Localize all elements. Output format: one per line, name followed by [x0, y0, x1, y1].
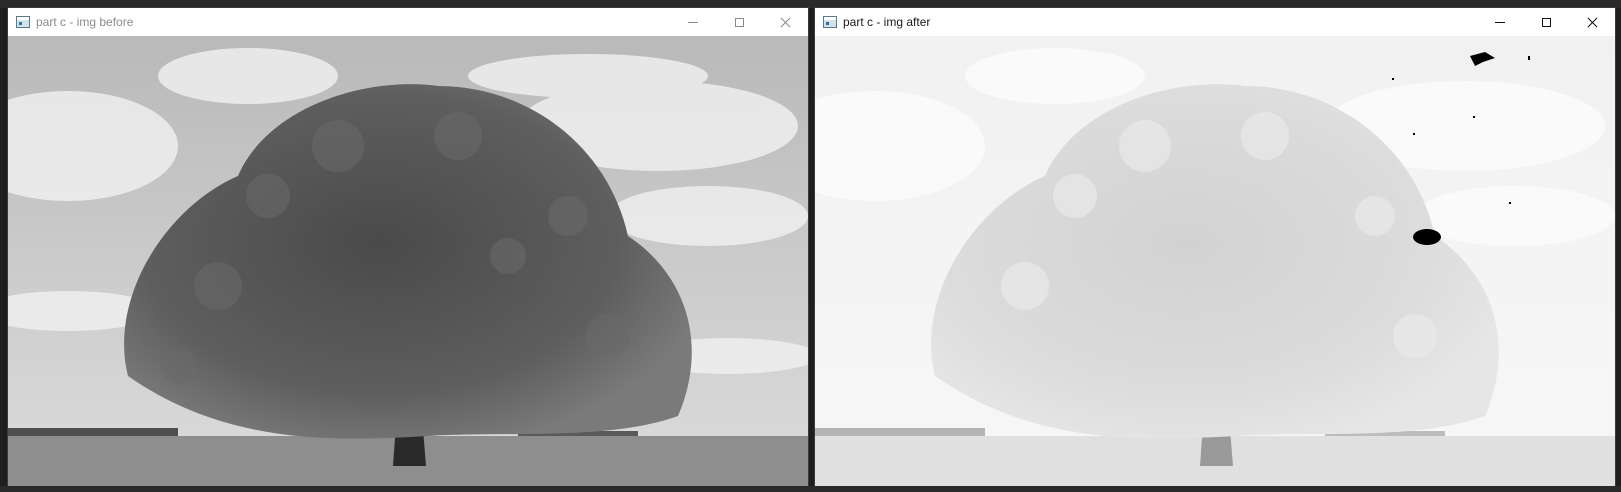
window-controls [1477, 8, 1615, 36]
titlebar[interactable]: part c - img before [8, 8, 808, 36]
close-icon [1587, 17, 1598, 28]
minimize-button[interactable] [670, 8, 716, 36]
tree-photo-after [815, 36, 1615, 486]
image-canvas-before [8, 36, 808, 486]
desktop-top-strip [0, 0, 1621, 8]
tree-photo-before [8, 36, 808, 486]
desktop: part c - img before part c - img after [0, 0, 1621, 492]
window-img-after[interactable]: part c - img after [815, 8, 1615, 486]
minimize-icon [1495, 21, 1505, 23]
close-button[interactable] [762, 8, 808, 36]
image-canvas-after [815, 36, 1615, 486]
app-window-icon [823, 16, 837, 28]
app-window-icon [16, 16, 30, 28]
titlebar[interactable]: part c - img after [815, 8, 1615, 36]
close-icon [780, 17, 791, 28]
maximize-icon [734, 17, 744, 27]
desktop-bottom-strip [0, 486, 1621, 492]
maximize-button[interactable] [716, 8, 762, 36]
window-img-before[interactable]: part c - img before [8, 8, 808, 486]
minimize-button[interactable] [1477, 8, 1523, 36]
minimize-icon [688, 21, 698, 23]
close-button[interactable] [1569, 8, 1615, 36]
treeline-left [8, 428, 178, 436]
window-title: part c - img after [843, 15, 931, 29]
maximize-icon [1541, 17, 1551, 27]
treeline-left [815, 428, 985, 436]
window-title: part c - img before [36, 15, 134, 29]
window-controls [670, 8, 808, 36]
maximize-button[interactable] [1523, 8, 1569, 36]
